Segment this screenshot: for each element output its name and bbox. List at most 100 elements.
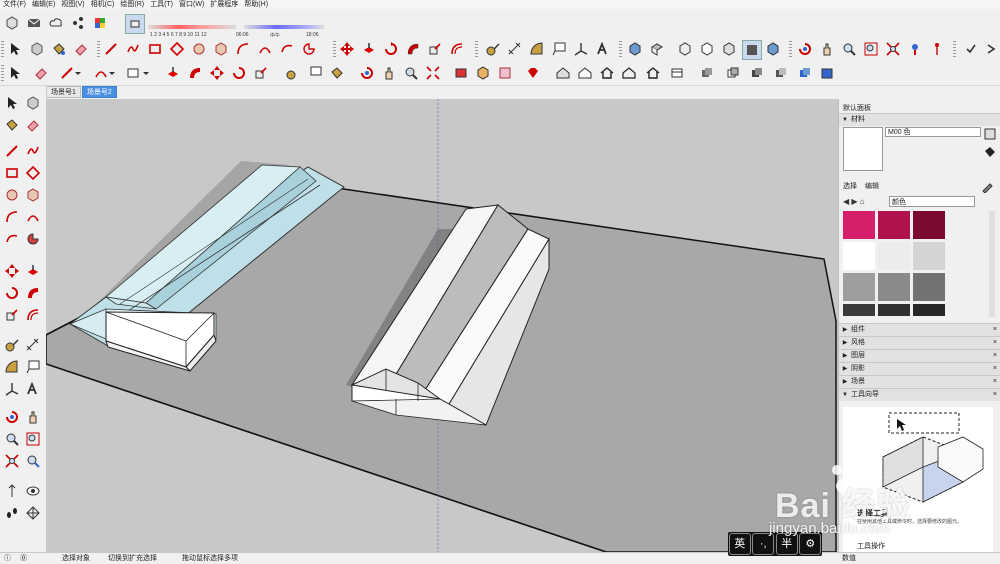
components-icon-2[interactable] bbox=[474, 64, 492, 82]
rectangle-icon-2[interactable] bbox=[3, 164, 21, 182]
offset-icon-2[interactable] bbox=[24, 306, 42, 324]
cloud-upload-icon[interactable] bbox=[47, 14, 65, 32]
make-component-icon[interactable] bbox=[28, 40, 46, 58]
tab-select[interactable]: 选择 bbox=[843, 183, 857, 190]
front-view-icon[interactable] bbox=[676, 40, 694, 58]
solid-intersect-icon[interactable] bbox=[724, 64, 742, 82]
menu-help[interactable]: 帮助(H) bbox=[241, 0, 271, 9]
eraser-icon-2[interactable] bbox=[32, 64, 50, 82]
house-icon-2[interactable] bbox=[644, 64, 662, 82]
three-point-arc-icon[interactable] bbox=[278, 40, 296, 58]
scroll-right-icon[interactable] bbox=[982, 40, 1000, 58]
arc-icon-3[interactable] bbox=[3, 208, 21, 226]
ruby-icon[interactable] bbox=[524, 64, 542, 82]
shadows-toggle-icon[interactable] bbox=[125, 14, 145, 34]
menu-window[interactable]: 窗口(W) bbox=[176, 0, 207, 9]
ime-settings-icon[interactable]: ⚙ bbox=[799, 533, 822, 555]
orbit-icon[interactable] bbox=[796, 40, 814, 58]
menu-file[interactable]: 文件(F) bbox=[0, 0, 29, 9]
swatch-11[interactable] bbox=[878, 304, 910, 316]
solid-union-icon[interactable] bbox=[698, 64, 716, 82]
push-pull-icon-2[interactable] bbox=[164, 64, 182, 82]
zoom-window-icon[interactable] bbox=[862, 40, 880, 58]
position-camera-icon[interactable] bbox=[906, 40, 924, 58]
section-styles[interactable]: ▶ 风格 × bbox=[839, 336, 1000, 349]
ime-punctuation-button[interactable]: ·, bbox=[752, 533, 775, 555]
swatch-scrollbar[interactable] bbox=[989, 211, 995, 317]
protractor-icon[interactable] bbox=[528, 40, 546, 58]
rotate-icon-2[interactable] bbox=[230, 64, 248, 82]
previous-view-icon[interactable] bbox=[24, 452, 42, 470]
zoom-icon[interactable] bbox=[840, 40, 858, 58]
scene-tab-1[interactable]: 场景号1 bbox=[46, 86, 81, 98]
paint-bucket-icon-2[interactable] bbox=[328, 64, 346, 82]
text-icon-2[interactable] bbox=[306, 64, 324, 82]
select-icon-2[interactable] bbox=[6, 64, 24, 82]
ime-width-button[interactable]: 半 bbox=[775, 533, 798, 555]
swatch-10[interactable] bbox=[843, 304, 875, 316]
scale-icon[interactable] bbox=[426, 40, 444, 58]
eyedropper-icon[interactable] bbox=[981, 179, 995, 194]
position-camera-icon-2[interactable] bbox=[3, 482, 21, 500]
follow-me-icon[interactable] bbox=[404, 40, 422, 58]
close-icon-2[interactable]: × bbox=[993, 337, 997, 349]
geo-icon[interactable]: ⓪ bbox=[20, 553, 27, 564]
chevron-down-icon-2[interactable] bbox=[108, 64, 116, 82]
offset-icon[interactable] bbox=[448, 40, 466, 58]
menu-extensions[interactable]: 扩展程序 bbox=[207, 0, 241, 9]
pie-icon[interactable] bbox=[300, 40, 318, 58]
swatch-2[interactable] bbox=[878, 211, 910, 239]
section-instructor[interactable]: ▼ 工具向导 × bbox=[839, 388, 1000, 401]
tape-measure-icon-2[interactable] bbox=[284, 64, 302, 82]
move-icon[interactable] bbox=[338, 40, 356, 58]
axes-icon-2[interactable] bbox=[3, 380, 21, 398]
zoom-icon-2[interactable] bbox=[402, 64, 420, 82]
swatch-8[interactable] bbox=[878, 273, 910, 301]
tape-measure-icon[interactable] bbox=[484, 40, 502, 58]
create-material-icon[interactable] bbox=[983, 127, 997, 141]
library-select[interactable]: 颜色 bbox=[889, 196, 975, 207]
zoom-extents-icon[interactable] bbox=[884, 40, 902, 58]
swatch-4[interactable] bbox=[843, 242, 875, 270]
forward-arrow-icon[interactable]: ▶ bbox=[851, 197, 857, 206]
home-icon[interactable] bbox=[598, 64, 616, 82]
swatch-5[interactable] bbox=[878, 242, 910, 270]
rectangle-icon[interactable] bbox=[146, 40, 164, 58]
make-component-icon-2[interactable] bbox=[24, 94, 42, 112]
3d-text-icon[interactable] bbox=[594, 40, 612, 58]
section-plane-icon[interactable] bbox=[24, 504, 42, 522]
freehand-icon[interactable] bbox=[124, 40, 142, 58]
eraser-icon-3[interactable] bbox=[24, 116, 42, 134]
two-point-arc-icon[interactable] bbox=[256, 40, 274, 58]
scenes-icon[interactable] bbox=[452, 64, 470, 82]
warehouse-icon[interactable] bbox=[554, 64, 572, 82]
pan-icon[interactable] bbox=[818, 40, 836, 58]
sample-paint-icon[interactable] bbox=[983, 145, 997, 159]
check-icon[interactable] bbox=[962, 40, 980, 58]
xray-icon[interactable] bbox=[742, 40, 762, 60]
materials-icon[interactable] bbox=[496, 64, 514, 82]
home-icon-2[interactable]: ⌂ bbox=[860, 197, 865, 206]
top-view-icon[interactable] bbox=[648, 40, 666, 58]
rectangle-dropdown-icon[interactable] bbox=[124, 64, 142, 82]
paint-bucket-icon[interactable] bbox=[50, 40, 68, 58]
menu-view[interactable]: 视图(V) bbox=[58, 0, 87, 9]
three-point-arc-icon-2[interactable] bbox=[3, 230, 21, 248]
menu-tools[interactable]: 工具(T) bbox=[147, 0, 176, 9]
right-view-icon[interactable] bbox=[698, 40, 716, 58]
section-scenes[interactable]: ▶ 场景 × bbox=[839, 375, 1000, 388]
solid-subtract-icon[interactable] bbox=[748, 64, 766, 82]
polygon-icon-2[interactable] bbox=[24, 186, 42, 204]
menu-edit[interactable]: 编辑(E) bbox=[29, 0, 58, 9]
section-shadows[interactable]: ▶ 阴影 × bbox=[839, 362, 1000, 375]
dimension-icon[interactable] bbox=[506, 40, 524, 58]
text-icon-3[interactable] bbox=[24, 358, 42, 376]
text-icon[interactable] bbox=[550, 40, 568, 58]
arc-icon[interactable] bbox=[234, 40, 252, 58]
rotate-icon[interactable] bbox=[382, 40, 400, 58]
swatch-3[interactable] bbox=[913, 211, 945, 239]
scale-icon-3[interactable] bbox=[3, 306, 21, 324]
outer-shell-icon[interactable] bbox=[818, 64, 836, 82]
section-components[interactable]: ▶ 组件 × bbox=[839, 323, 1000, 336]
axes-icon[interactable] bbox=[572, 40, 590, 58]
